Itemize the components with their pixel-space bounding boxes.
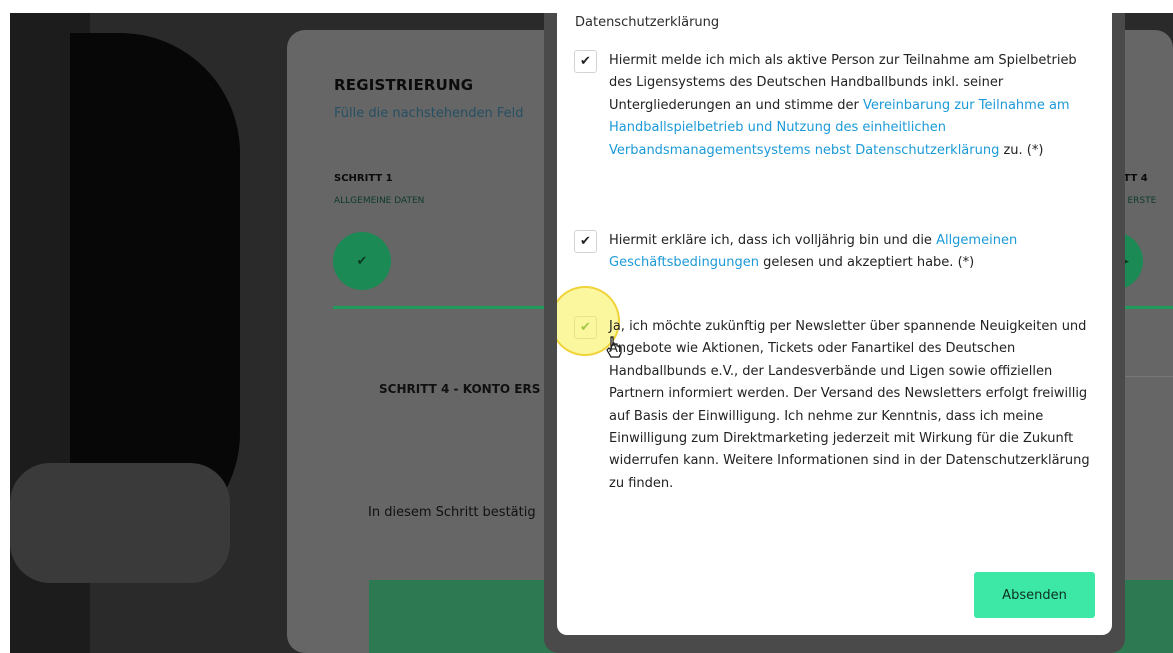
consent-checkbox[interactable]: ✔: [574, 230, 597, 253]
consent-text: Hiermit erkläre ich, dass ich volljährig…: [609, 230, 1099, 275]
step-1-name: ALLGEMEINE DATEN: [334, 196, 425, 206]
consent-text-part: gelesen und akzeptiert habe. (*): [759, 255, 975, 271]
submit-button[interactable]: Absenden: [974, 572, 1095, 618]
consent-modal: Datenschutzerklärung ✔ Hiermit melde ich…: [557, 0, 1112, 635]
step-1-label: SCHRITT 1: [334, 173, 393, 184]
consent-checkbox[interactable]: ✔: [574, 50, 597, 73]
consent-text-part: zu. (*): [999, 142, 1044, 158]
modal-heading: Datenschutzerklärung: [575, 15, 720, 30]
checkmark-icon: ✔: [580, 234, 591, 249]
consent-age: ✔ Hiermit erkläre ich, dass ich volljähr…: [574, 230, 1099, 280]
registration-title: REGISTRIERUNG: [334, 76, 474, 94]
info-text: In diesem Schritt bestätig: [368, 505, 536, 520]
background-shape: [10, 463, 230, 583]
section-title: SCHRITT 4 - KONTO ERS: [379, 382, 541, 396]
consent-text: Hiermit melde ich mich als aktive Person…: [609, 50, 1099, 162]
consent-text-part: Hiermit erkläre ich, dass ich volljährig…: [609, 233, 937, 248]
checkmark-icon: ✔: [356, 253, 368, 269]
consent-newsletter: ✔ Ja, ich möchte zukünftig per Newslette…: [557, 286, 1099, 526]
step-1-circle[interactable]: ✔: [333, 232, 391, 290]
checkmark-icon: ✔: [580, 54, 591, 69]
consent-participation: ✔ Hiermit melde ich mich als aktive Pers…: [574, 50, 1099, 190]
consent-text: Ja, ich möchte zukünftig per Newsletter …: [609, 316, 1099, 495]
consent-text-part: Ja, ich möchte zukünftig per Newsletter …: [609, 319, 1090, 491]
registration-subtitle: Fülle die nachstehenden Feld: [334, 106, 524, 121]
